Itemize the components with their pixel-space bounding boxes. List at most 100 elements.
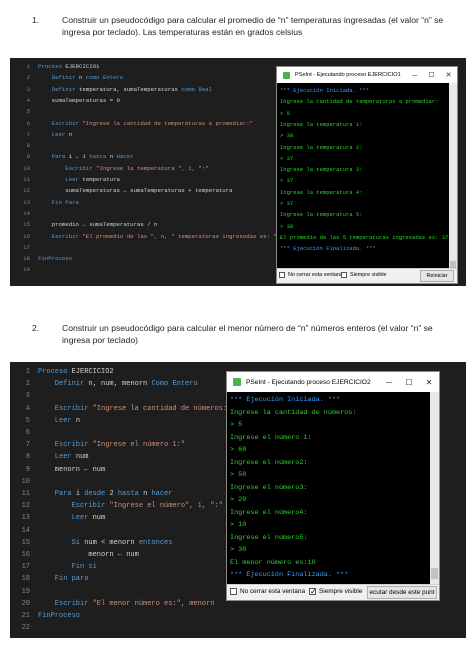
code-line[interactable]: Escribir "Ingrese la temperatura ", i, "… [38, 163, 209, 174]
code-text: num [92, 514, 106, 523]
minimize-icon[interactable]: — [406, 67, 423, 83]
line-number: 11 [23, 176, 30, 183]
code-keyword: hasta [89, 153, 110, 161]
line-number: 10 [21, 477, 30, 486]
code-line[interactable]: Escribir "Ingrese el número", i, ":" [38, 500, 223, 512]
no-close-checkbox-1[interactable]: No cerrar esta ventana [279, 272, 343, 278]
line-number: 8 [26, 142, 30, 150]
checkbox-box[interactable] [341, 272, 347, 278]
code-line[interactable]: Definir temperatura, sumaTemperaturas co… [38, 84, 212, 95]
close-icon[interactable]: ✕ [440, 67, 457, 83]
execution-window-2[interactable]: PSeInt - Ejecutando proceso EJERCICIO2 —… [226, 371, 440, 601]
maximize-icon[interactable]: ☐ [423, 67, 440, 83]
code-keyword: Definir [38, 380, 89, 389]
code-line[interactable]: FinProceso [38, 253, 72, 264]
code-line[interactable]: Escribir "Ingrese el número 1:" [38, 439, 185, 451]
line-number: 9 [25, 465, 30, 474]
code-line[interactable]: Proceso EJERCICIO1 [38, 61, 99, 72]
console-line: > 5 [280, 109, 290, 117]
console-line: > 50 [230, 471, 247, 479]
code-line[interactable]: menorn ← num [38, 464, 105, 476]
console-line: > 37 [280, 200, 294, 207]
code-keyword: Fin para [38, 575, 89, 584]
checkbox-box[interactable] [279, 272, 285, 278]
code-keyword: Escribir [38, 404, 93, 413]
scrollbar-thumb-1[interactable] [450, 261, 456, 268]
maximize-icon[interactable]: ☐ [399, 372, 419, 392]
console-scrollbar-1[interactable] [449, 83, 457, 269]
line-number: 15 [23, 221, 30, 229]
restart-button-1[interactable]: Reiniciar [420, 270, 454, 282]
code-line[interactable]: sumaTemperaturas ← sumaTemperaturas + te… [38, 185, 232, 196]
code-keyword: Proceso [38, 368, 72, 376]
pseint-app-icon [283, 71, 290, 79]
window-footer-1: No cerrar esta ventana Siempre visible R… [277, 268, 457, 283]
line-number: 7 [25, 441, 30, 450]
run-from-here-button-2[interactable]: ecutar desde este punt [367, 586, 437, 599]
always-visible-checkbox-1[interactable]: Siempre visible [341, 272, 387, 278]
code-line[interactable]: Leer n [38, 129, 73, 140]
console-line: Ingrese la temperatura 2: [280, 143, 363, 151]
code-line[interactable]: Escribir "El promedio de las ", n, " tem… [38, 231, 311, 242]
no-close-checkbox-2[interactable]: No cerrar esta ventana [230, 588, 305, 595]
minimize-icon[interactable]: — [379, 372, 399, 392]
code-line[interactable]: Si num < menorn entonces [38, 537, 173, 549]
code-line[interactable]: FinProceso [38, 610, 80, 622]
line-number: 16 [21, 551, 30, 559]
code-line[interactable]: Para i ← 1 hasta n Hacer [38, 151, 134, 162]
line-number: 20 [21, 599, 30, 608]
always-visible-checkbox-2[interactable]: Siempre visible [309, 587, 362, 596]
code-text: n [68, 130, 73, 138]
code-string: "Ingrese la temperatura ", i, ":" [96, 164, 209, 172]
window-titlebar-1[interactable]: PSeInt - Ejecutando proceso EJERCICIO1 —… [277, 67, 457, 83]
code-keyword: Escribir [38, 232, 83, 240]
code-line[interactable]: Leer temperatura [38, 174, 120, 185]
code-keyword: Si [38, 538, 85, 547]
code-line[interactable]: Fin para [38, 573, 89, 585]
code-line[interactable]: sumaTemperaturas = 0 [38, 95, 120, 106]
code-line[interactable]: Leer num [38, 512, 106, 524]
console-line: > 20 [230, 496, 247, 504]
pseint-app-icon [233, 378, 241, 386]
code-text: sumaTemperaturas = 0 [38, 96, 120, 104]
code-line[interactable]: Escribir "Ingrese la cantidad de números… [38, 403, 231, 415]
console-line: > 5 [230, 421, 243, 429]
code-line[interactable]: promedio ← sumaTemperaturas / n [38, 219, 158, 230]
window-titlebar-2[interactable]: PSeInt - Ejecutando proceso EJERCICIO2 —… [227, 372, 439, 392]
code-keyword: Leer [38, 176, 83, 183]
line-number-gutter-1: 1 2 3 4 5 6 7 8 9 10 11 12 13 14 15 16 17 18 19 [10, 58, 32, 286]
checkbox-box[interactable] [309, 587, 317, 596]
line-number: 12 [23, 187, 30, 195]
code-keyword: Leer [38, 416, 76, 425]
code-keyword: como Real [181, 85, 213, 93]
code-line[interactable]: Fin Para [38, 197, 79, 208]
line-number-gutter-2: 1 2 3 4 5 6 7 8 9 10 11 12 13 14 15 16 17 18 19 20 21 22 [10, 362, 32, 638]
code-keyword: Leer [38, 514, 93, 523]
code-line[interactable]: Fin si [38, 561, 97, 573]
code-text: n [78, 74, 86, 82]
close-icon[interactable]: ✕ [419, 372, 439, 392]
code-keyword: Escribir [38, 441, 93, 450]
code-line[interactable]: Leer num [38, 451, 89, 463]
code-line[interactable]: Proceso EJERCICIO2 [38, 366, 114, 378]
code-text: menorn ← num [38, 465, 106, 474]
code-text: num < menorn [84, 538, 139, 547]
console-line: Ingrese el número3: [230, 483, 308, 492]
console-line: Ingrese el número2: [230, 458, 308, 467]
code-keyword: Para [38, 153, 69, 161]
code-keyword: Escribir [38, 119, 83, 127]
code-line[interactable]: Escribir "Ingrese la cantidad de tempera… [38, 118, 253, 129]
code-keyword: Definir [38, 85, 79, 93]
code-line[interactable]: Definir n como Entero [38, 72, 124, 83]
code-keyword: Proceso [38, 63, 66, 70]
checkbox-box[interactable] [230, 588, 237, 595]
scrollbar-thumb-2[interactable] [431, 568, 438, 579]
execution-window-1[interactable]: PSeInt - Ejecutando proceso EJERCICIO1 —… [276, 66, 458, 284]
console-scrollbar-2[interactable] [430, 392, 439, 586]
code-line[interactable]: Escribir "El menor número es:", menorn [38, 598, 215, 610]
code-keyword: Escribir [38, 502, 110, 511]
code-line[interactable]: menorn ← num [38, 549, 138, 561]
code-line[interactable]: Definir n, num, menorn Como Entero [38, 378, 198, 390]
code-line[interactable]: Leer n [38, 415, 80, 427]
code-line[interactable]: Para i desde 2 hasta n hacer [38, 488, 173, 500]
